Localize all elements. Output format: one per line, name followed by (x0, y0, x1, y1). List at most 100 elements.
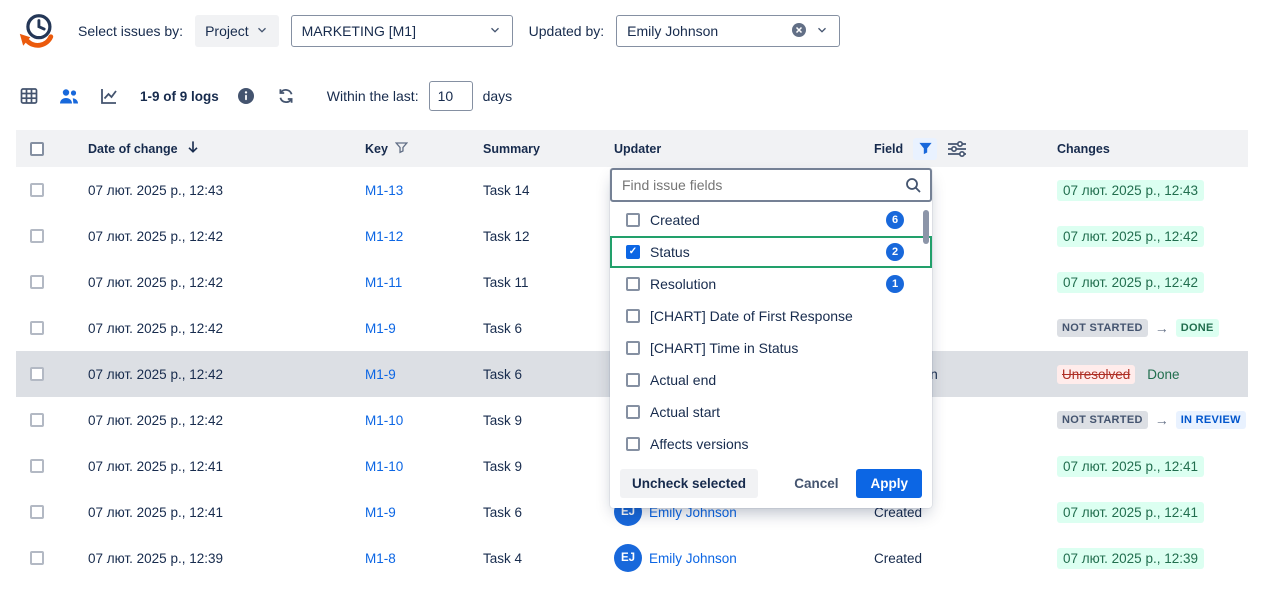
field-filter-option[interactable]: [CHART] Time in Status (610, 332, 932, 364)
info-icon[interactable] (233, 83, 259, 109)
people-view-icon[interactable] (56, 83, 82, 109)
option-label: Actual end (650, 372, 716, 388)
issue-summary: Task 6 (483, 505, 522, 520)
row-checkbox[interactable] (30, 505, 44, 519)
field-name: Created (874, 551, 922, 566)
chevron-down-icon (488, 23, 502, 40)
popup-footer: Uncheck selected Cancel Apply (610, 460, 932, 508)
date-of-change: 07 лют. 2025 р., 12:42 (88, 229, 223, 244)
option-checkbox[interactable] (626, 373, 640, 387)
issue-summary: Task 6 (483, 321, 522, 336)
option-label: [CHART] Date of First Response (650, 308, 853, 324)
user-avatar: EJ (614, 544, 642, 572)
updater-select[interactable]: Emily Johnson (616, 15, 840, 47)
row-checkbox[interactable] (30, 551, 44, 565)
issues-by-select[interactable]: Project (195, 15, 279, 47)
row-checkbox[interactable] (30, 459, 44, 473)
issue-key-link[interactable]: M1-12 (365, 229, 403, 244)
select-all-checkbox[interactable] (30, 142, 44, 156)
field-filter-option[interactable]: Actual start (610, 396, 932, 428)
project-select[interactable]: MARKETING [M1] (291, 15, 513, 47)
change-value: 07 лют. 2025 р., 12:39 (1057, 548, 1204, 569)
table-header: Date of change Key Summary Updater Field (16, 130, 1248, 167)
field-search (610, 168, 932, 202)
cancel-button[interactable]: Cancel (784, 469, 848, 498)
table-view-icon[interactable] (16, 83, 42, 109)
date-of-change: 07 лют. 2025 р., 12:42 (88, 413, 223, 428)
field-filter-option[interactable]: Created6 (610, 204, 932, 236)
issue-key-link[interactable]: M1-8 (365, 551, 396, 566)
issue-key-link[interactable]: M1-9 (365, 505, 396, 520)
field-filter-option[interactable]: Affects versions (610, 428, 932, 460)
issue-summary: Task 4 (483, 551, 522, 566)
option-checkbox[interactable] (626, 437, 640, 451)
issue-key-link[interactable]: M1-10 (365, 459, 403, 474)
date-of-change: 07 лют. 2025 р., 12:41 (88, 505, 223, 520)
select-issues-label: Select issues by: (78, 23, 183, 39)
issue-key-link[interactable]: M1-9 (365, 321, 396, 336)
row-checkbox[interactable] (30, 183, 44, 197)
option-checkbox[interactable] (626, 405, 640, 419)
row-checkbox[interactable] (30, 229, 44, 243)
header-summary: Summary (467, 142, 598, 156)
header-updater-label: Updater (614, 142, 661, 156)
header-changes-label: Changes (1057, 142, 1110, 156)
date-of-change: 07 лют. 2025 р., 12:43 (88, 183, 223, 198)
updater-select-value: Emily Johnson (627, 23, 783, 39)
field-filter-option[interactable]: Actual end (610, 364, 932, 396)
option-checkbox[interactable] (626, 277, 640, 291)
count-badge: 2 (886, 243, 904, 261)
uncheck-selected-button[interactable]: Uncheck selected (620, 469, 758, 498)
within-last-group: Within the last: days (327, 81, 512, 111)
issue-history-page: Select issues by: Project MARKETING [M1]… (0, 0, 1264, 591)
clear-icon[interactable] (791, 22, 807, 41)
issue-summary: Task 14 (483, 183, 530, 198)
column-settings-icon[interactable] (947, 140, 967, 158)
app-logo-icon (16, 10, 58, 52)
row-checkbox[interactable] (30, 321, 44, 335)
issue-summary: Task 6 (483, 367, 522, 382)
new-value: Done (1147, 367, 1179, 382)
field-filter-option[interactable]: Resolution1 (610, 268, 932, 300)
row-checkbox[interactable] (30, 367, 44, 381)
table-row[interactable]: 07 лют. 2025 р., 12:39 M1-8 Task 4 EJ Emily … (16, 535, 1248, 581)
updater-link[interactable]: Emily Johnson (649, 551, 737, 566)
option-checkbox[interactable] (626, 213, 640, 227)
scrollbar-thumb[interactable] (923, 210, 929, 244)
date-of-change: 07 лют. 2025 р., 12:42 (88, 321, 223, 336)
header-key-label[interactable]: Key (365, 142, 388, 156)
row-checkbox[interactable] (30, 275, 44, 289)
chart-view-icon[interactable] (96, 83, 122, 109)
field-filter-popup: Created6Status2Resolution1 [CHART] Date o… (610, 168, 932, 508)
issue-summary: Task 9 (483, 459, 522, 474)
issue-key-link[interactable]: M1-11 (365, 275, 402, 290)
field-filter-option[interactable]: Status2 (610, 236, 932, 268)
option-checkbox[interactable] (626, 245, 640, 259)
days-input[interactable] (429, 81, 473, 111)
key-filter-icon[interactable] (395, 141, 408, 157)
field-filter-option[interactable]: [CHART] Date of First Response (610, 300, 932, 332)
date-of-change: 07 лют. 2025 р., 12:42 (88, 275, 223, 290)
issue-key-link[interactable]: M1-13 (365, 183, 403, 198)
view-toolbar: 1-9 of 9 logs Within the last: days (0, 78, 1264, 114)
field-filter-icon[interactable] (913, 138, 937, 160)
header-checkbox-cell (16, 142, 72, 156)
option-label: [CHART] Time in Status (650, 340, 798, 356)
issue-key-link[interactable]: M1-10 (365, 413, 403, 428)
header-date-label[interactable]: Date of change (88, 142, 178, 156)
option-checkbox[interactable] (626, 341, 640, 355)
field-search-input[interactable] (610, 168, 932, 202)
row-checkbox[interactable] (30, 413, 44, 427)
sort-desc-icon[interactable] (185, 139, 201, 158)
header-updater: Updater (598, 142, 858, 156)
issue-key-link[interactable]: M1-9 (365, 367, 396, 382)
status-to-lozenge: DONE (1176, 319, 1219, 337)
status-from-lozenge: NOT STARTED (1057, 411, 1148, 429)
option-label: Resolution (650, 276, 716, 292)
status-from-lozenge: NOT STARTED (1057, 319, 1148, 337)
change-value: 07 лют. 2025 р., 12:42 (1057, 226, 1204, 247)
apply-button[interactable]: Apply (856, 469, 922, 498)
header-field: Field (858, 138, 1041, 160)
option-checkbox[interactable] (626, 309, 640, 323)
refresh-icon[interactable] (273, 83, 299, 109)
